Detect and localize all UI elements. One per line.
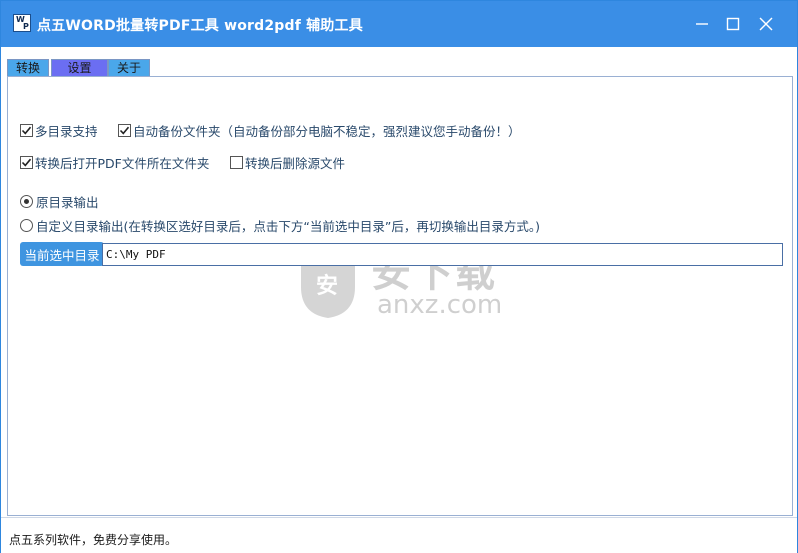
close-button[interactable] [751,10,781,38]
settings-panel: 安 安下载 anxz.com 多目录支持 自动备份文件夹（自动备份部分电脑不稳定… [7,76,793,516]
open-pdf-folder-checkbox[interactable]: 转换后打开PDF文件所在文件夹 [20,153,209,171]
open-pdf-folder-label: 转换后打开PDF文件所在文件夹 [35,155,210,171]
maximize-icon [726,17,740,31]
checkbox-box[interactable] [230,155,243,169]
app-window: W P 点五WORD批量转PDF工具 word2pdf 辅助工具 转换 设置 关… [0,0,798,553]
output-custom-radio[interactable]: 自定义目录输出(在转换区选好目录后，点击下方“当前选中目录”后，再切换输出目录方… [20,216,540,234]
check-icon [119,126,130,135]
app-logo-icon: W P [13,14,31,32]
check-icon [21,126,32,135]
radio-circle[interactable] [20,218,33,232]
tab-settings[interactable]: 设置 [51,59,108,77]
tab-about[interactable]: 关于 [108,59,150,77]
app-logo-letter-p: P [23,22,29,31]
multi-dir-checkbox[interactable]: 多目录支持 [20,121,98,139]
current-dir-button[interactable]: 当前选中目录 [20,242,104,266]
minimize-button[interactable] [687,10,717,38]
delete-source-checkbox[interactable]: 转换后删除源文件 [230,153,345,171]
current-dir-input[interactable]: C:\My PDF [102,243,783,266]
delete-source-label: 转换后删除源文件 [245,155,346,171]
status-text: 点五系列软件，免费分享使用。 [9,533,178,547]
auto-backup-checkbox[interactable]: 自动备份文件夹（自动备份部分电脑不稳定，强烈建议您手动备份！） [118,121,521,139]
close-icon [759,17,773,31]
window-title: 点五WORD批量转PDF工具 word2pdf 辅助工具 [37,18,363,34]
watermark-subtitle: anxz.com [377,290,503,320]
checkbox-box[interactable] [20,155,33,169]
title-bar[interactable]: W P 点五WORD批量转PDF工具 word2pdf 辅助工具 [1,1,797,47]
checkbox-box[interactable] [118,123,131,137]
maximize-button[interactable] [718,10,748,38]
checkbox-box[interactable] [20,123,33,137]
output-custom-label: 自定义目录输出(在转换区选好目录后，点击下方“当前选中目录”后，再切换输出目录方… [36,218,540,234]
tab-convert[interactable]: 转换 [7,59,49,77]
check-icon [21,158,32,167]
multi-dir-label: 多目录支持 [35,123,98,139]
watermark-badge: 安 [316,274,339,299]
output-original-radio[interactable]: 原目录输出 [20,192,99,210]
minimize-icon [696,23,708,25]
auto-backup-label: 自动备份文件夹（自动备份部分电脑不稳定，强烈建议您手动备份！） [133,123,521,139]
output-original-label: 原目录输出 [36,194,99,210]
radio-circle[interactable] [20,194,33,208]
status-bar: 点五系列软件，免费分享使用。 [1,517,797,553]
